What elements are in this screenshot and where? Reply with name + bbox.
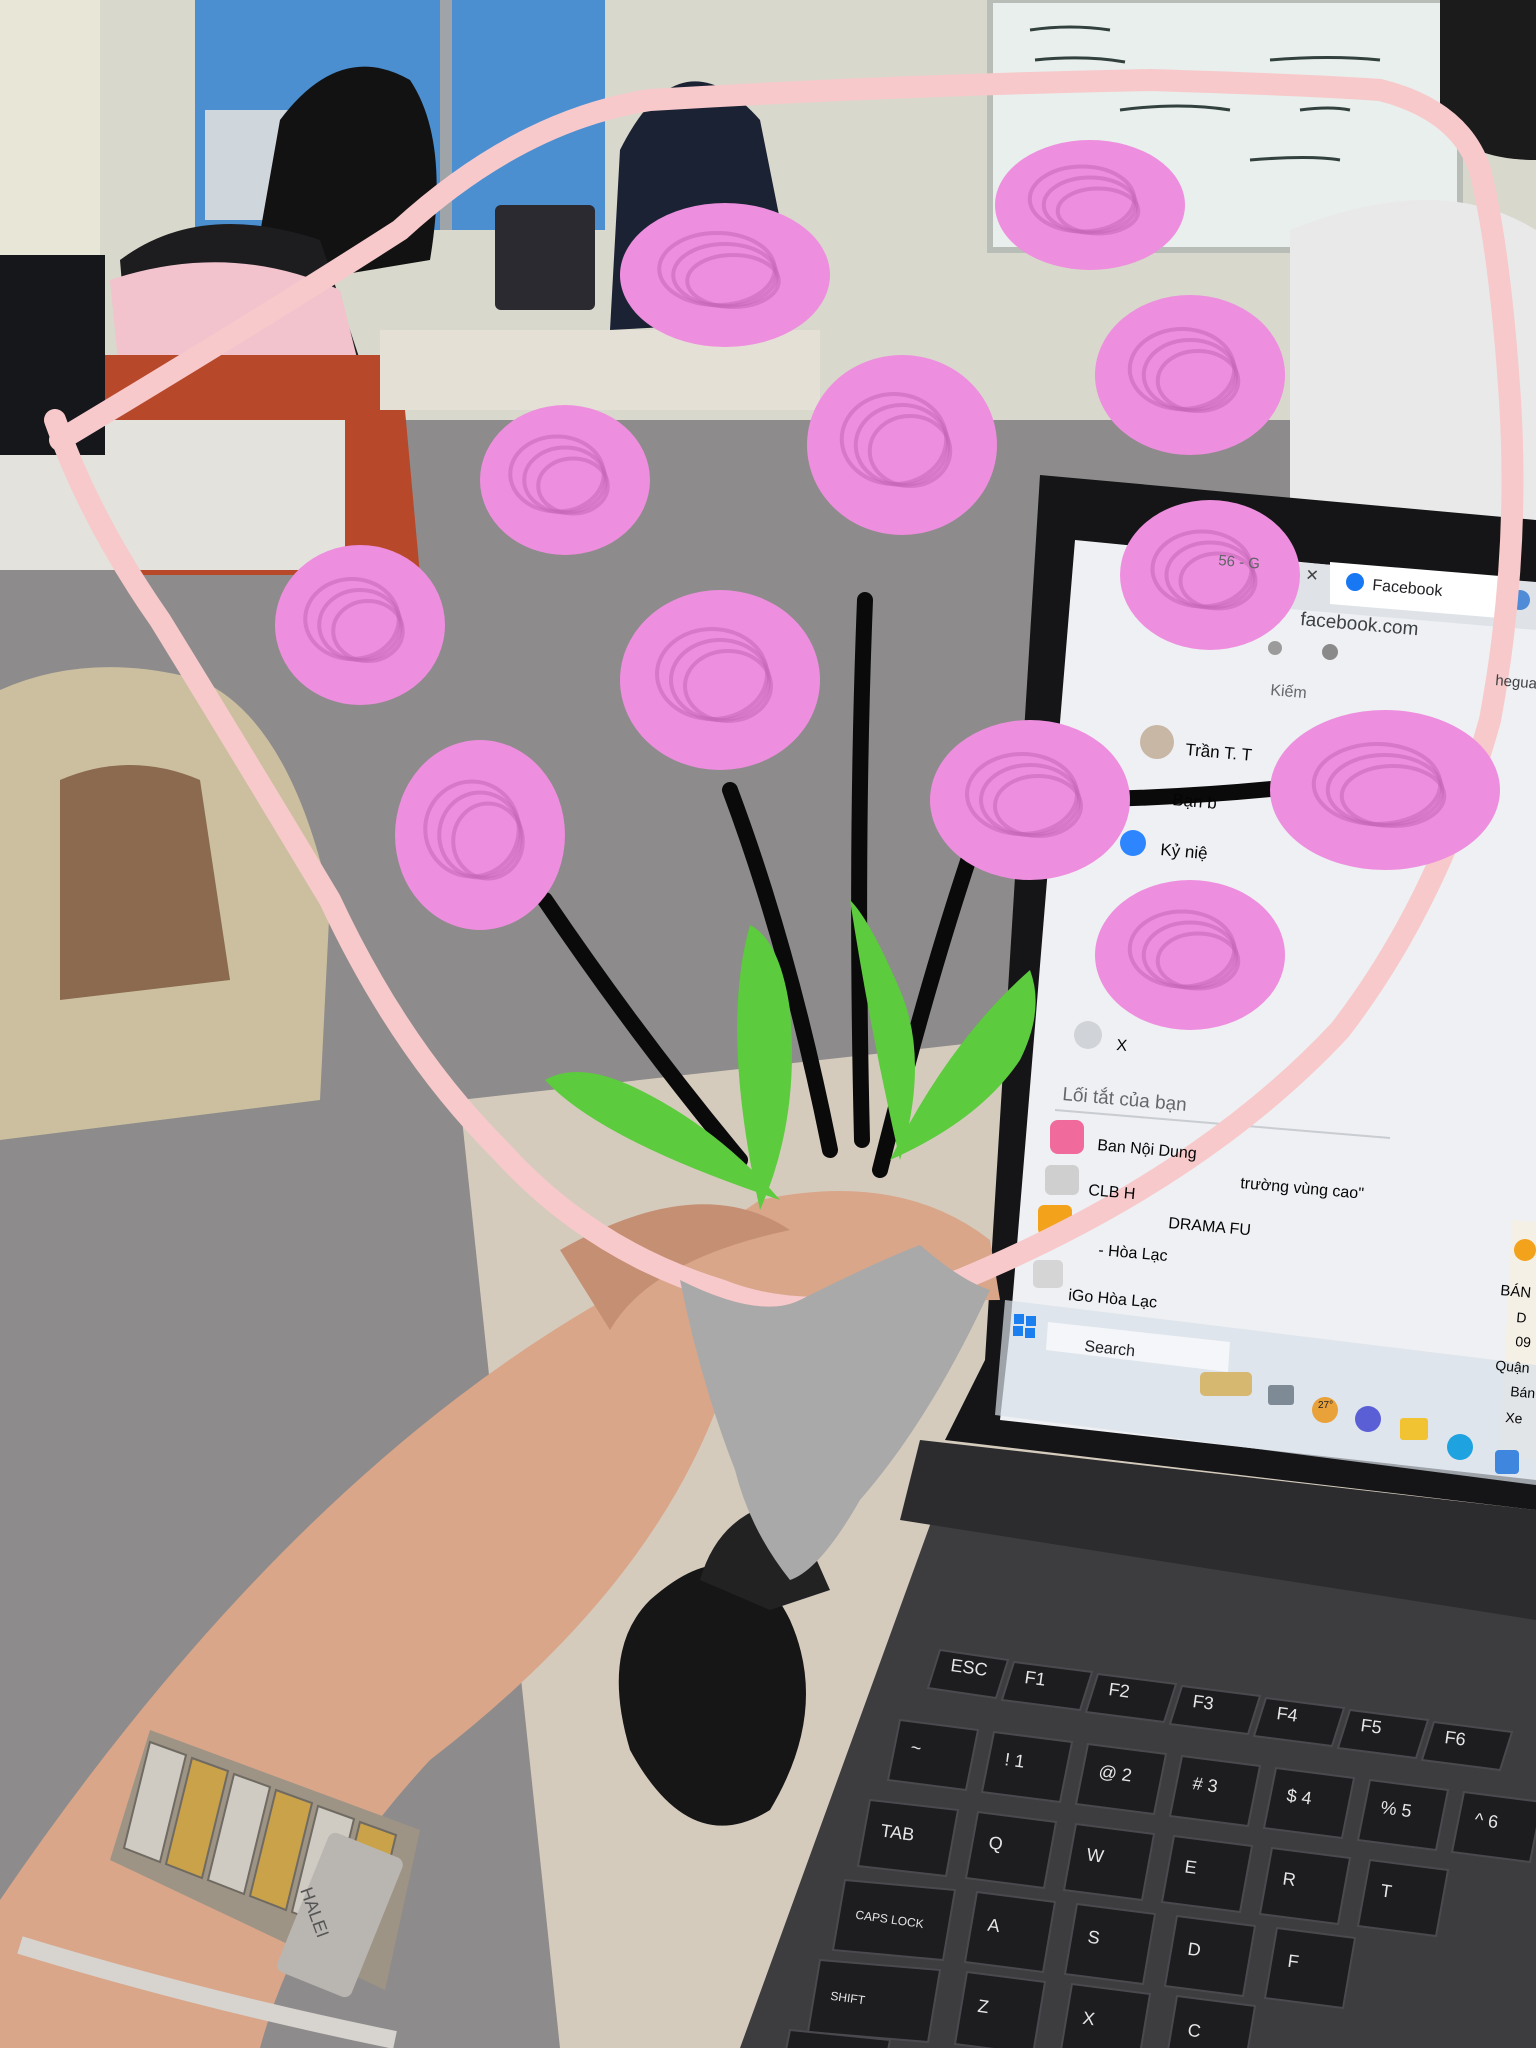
right-card-line-4: Quận [1495, 1357, 1531, 1376]
right-card-line-6: Xe [1505, 1409, 1524, 1426]
key-4-3: C [1167, 1994, 1257, 2048]
key-3-3: D [1163, 1914, 1257, 1998]
key-3-2: S [1063, 1902, 1157, 1986]
right-card-line-2: D [1516, 1309, 1527, 1326]
key-label-1-3: # 3 [1191, 1773, 1219, 1796]
lock-icon [1268, 641, 1282, 655]
right-card-line-1: BÁN [1500, 1282, 1532, 1302]
right-card-line-3: 09 [1515, 1333, 1532, 1350]
flower-9 [395, 740, 565, 930]
key-label-0-1: F1 [1023, 1667, 1047, 1690]
expand-chevron-icon[interactable] [1074, 1021, 1102, 1049]
photo-scene: ESC F1F2F3F4F5F6~! 1@ 2 # 3$ 4% 5 ^ 6TAB QWE… [0, 0, 1536, 2048]
stem-3 [851, 592, 873, 1148]
key-1-3: # 3 [1168, 1754, 1262, 1828]
shortcut-clb-icon [1045, 1165, 1079, 1195]
memories-clock-icon[interactable] [1120, 830, 1146, 856]
flower-5 [1095, 295, 1285, 455]
wall-pillar [0, 0, 100, 260]
key-1-5: % 5 [1356, 1778, 1450, 1852]
key-4-1: Z [953, 1970, 1047, 2048]
flower-6 [1120, 500, 1300, 650]
key-1-6: ^ 6 [1450, 1790, 1536, 1864]
key-1-4: $ 4 [1262, 1766, 1356, 1840]
location-icon [1322, 644, 1338, 660]
key-label-1-1: ! 1 [1003, 1749, 1026, 1772]
key-label-1-4: $ 4 [1285, 1785, 1313, 1808]
key-3-1: A [963, 1890, 1057, 1974]
key-label-0-3: F3 [1191, 1691, 1215, 1714]
store-icon[interactable] [1495, 1450, 1519, 1474]
key-label-0-6: F6 [1443, 1727, 1467, 1750]
file-explorer-icon[interactable] [1400, 1418, 1428, 1440]
key-label-2-4: R [1281, 1868, 1297, 1890]
key-1-0: ~ [886, 1718, 980, 1792]
key-3-0: CAPS LOCK [831, 1878, 957, 1962]
teams-icon[interactable] [1355, 1406, 1381, 1432]
key-2-1: Q [964, 1810, 1058, 1890]
student-laptop [495, 205, 595, 310]
flower-2 [995, 140, 1185, 270]
key-label-4-3: C [1186, 2020, 1202, 2042]
flower-4 [480, 405, 650, 555]
flower-11 [1270, 710, 1500, 870]
key-4-0: SHIFT [806, 1958, 942, 2044]
tab-prev-label[interactable]: 56 - G [1218, 552, 1261, 573]
taskbar-widget-icon[interactable] [1200, 1372, 1252, 1396]
flower-3 [807, 355, 997, 535]
key-4-2: X [1060, 1982, 1152, 2048]
key-2-3: E [1160, 1834, 1254, 1914]
edge-icon[interactable] [1447, 1434, 1473, 1460]
shortcut-ban-noi-dung-icon [1050, 1120, 1084, 1154]
tab-close-icon[interactable]: ✕ [1305, 567, 1320, 585]
key-2-2: W [1062, 1822, 1156, 1902]
key-1-1: ! 1 [980, 1730, 1074, 1804]
flower-1 [620, 203, 830, 347]
key-2-4: R [1258, 1846, 1352, 1926]
flower-12 [1095, 880, 1285, 1030]
key-label-3-3: D [1186, 1939, 1202, 1961]
key-label-0-5: F5 [1359, 1715, 1383, 1738]
flower-8 [620, 590, 820, 770]
key-3-4: F [1263, 1926, 1357, 2010]
right-post-avatar [1514, 1239, 1536, 1261]
flower-7 [275, 545, 445, 705]
key-1-2: @ 2 [1074, 1742, 1168, 1816]
key-2-0: TAB [856, 1798, 960, 1878]
key-label-2-1: Q [987, 1832, 1004, 1854]
key-label-2-2: W [1085, 1844, 1105, 1866]
facebook-logo-icon [1346, 573, 1364, 591]
flower-10 [930, 720, 1130, 880]
shortcut-igo-icon [1033, 1260, 1063, 1288]
key-2-5: T [1356, 1858, 1450, 1938]
facebook-search-input[interactable]: Kiếm [1270, 682, 1308, 702]
key-label-1-5: % 5 [1379, 1797, 1413, 1821]
see-more-link[interactable]: X [1116, 1037, 1128, 1055]
key-label-1-6: ^ 6 [1473, 1809, 1499, 1832]
right-card-line-5: Bán [1510, 1383, 1536, 1401]
key-label-0-4: F4 [1275, 1703, 1299, 1726]
profile-avatar[interactable] [1140, 725, 1174, 759]
key-label-0-2: F2 [1107, 1679, 1131, 1702]
weather-temp: 27° [1318, 1400, 1333, 1411]
task-view-icon[interactable] [1268, 1385, 1294, 1405]
friends-link[interactable]: Bạn b [1172, 790, 1218, 813]
